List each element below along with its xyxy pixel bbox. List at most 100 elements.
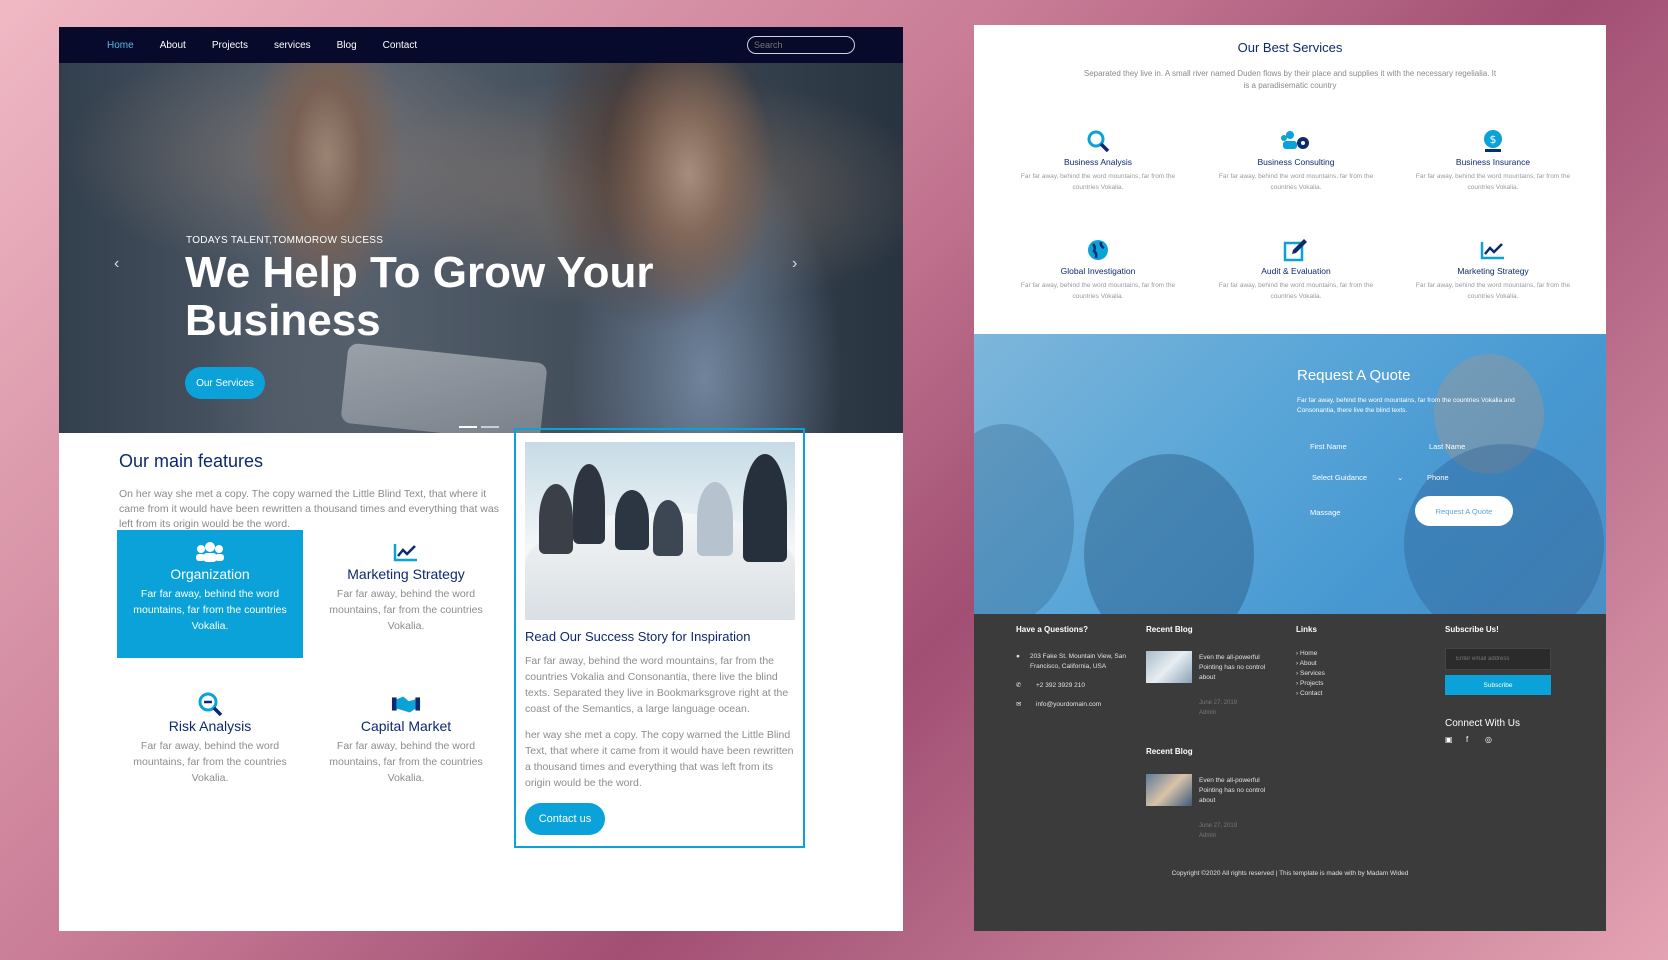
nav-services[interactable]: services [274,40,311,51]
service-item[interactable]: Global Investigation Far far away, behin… [1018,238,1178,302]
service-item[interactable]: Business Consulting Far far away, behind… [1216,129,1376,193]
blog-post-author: Admin [1199,833,1217,839]
nav-blog[interactable]: Blog [337,40,357,51]
feature-card-desc: Far far away, behind the word mountains,… [329,588,483,632]
footer-address: 203 Fake St. Mountain View, San Francisc… [1030,653,1126,670]
blog-post-text[interactable]: Even the all-powerful Pointing has no co… [1199,653,1283,683]
feature-card-title: Risk Analysis [168,718,252,734]
landing-page-left: Home About Projects services Blog Contac… [59,27,903,931]
feature-card-title: Organization [170,566,250,582]
search-input[interactable] [747,36,855,54]
subscribe-button[interactable]: Subscribe [1445,675,1551,695]
service-title: Marketing Strategy [1457,266,1529,276]
nav-contact[interactable]: Contact [383,40,417,51]
quote-title: Request A Quote [1297,367,1411,384]
footer-link-about[interactable]: › About [1296,659,1317,669]
feature-card-title: Marketing Strategy [347,566,465,582]
message-field[interactable]: Massage [1310,508,1340,517]
request-quote-button[interactable]: Request A Quote [1415,496,1513,526]
facebook-icon[interactable]: f [1466,735,1468,744]
link-label: Projects [1299,680,1324,687]
service-item[interactable]: Marketing Strategy Far far away, behind … [1413,238,1573,302]
footer-link-services[interactable]: › Services [1296,669,1325,679]
envelope-icon: ✉ [1016,701,1022,708]
service-item[interactable]: $ Business Insurance Far far away, behin… [1413,129,1573,193]
story-paragraph-1: Far far away, behind the word mountains,… [525,655,789,715]
instagram-icon[interactable]: ◎ [1485,735,1492,744]
svg-text:$: $ [1490,133,1497,146]
nav-about[interactable]: About [160,40,186,51]
footer-link-projects[interactable]: › Projects [1296,679,1323,689]
service-desc: Far far away, behind the word mountains,… [1415,282,1571,300]
contact-us-button[interactable]: Contact us [525,803,605,835]
nav-projects[interactable]: Projects [212,40,248,51]
hero-kicker: TODAYS TALENT,TOMMOROW SUCESS [186,235,384,246]
footer-phone: +2 392 3929 210 [1036,682,1085,689]
link-label: About [1299,660,1317,667]
feature-card-organization[interactable]: Organization Far far away, behind the wo… [117,530,303,658]
request-quote-section: Request A Quote Far far away, behind the… [974,334,1606,614]
subscribe-email-input[interactable] [1445,648,1551,670]
blog-thumbnail[interactable] [1146,651,1192,683]
search-minus-icon [195,692,225,716]
footer: Have a Questions? ● 203 Fake St. Mountai… [974,614,1606,931]
handshake-icon [391,692,421,716]
footer-link-home[interactable]: › Home [1296,649,1317,659]
service-title: Business Insurance [1455,157,1531,167]
service-title: Audit & Evaluation [1261,266,1331,276]
chart-line-icon [391,540,421,564]
features-text: On her way she met a copy. The copy warn… [119,488,499,530]
chevron-left-icon[interactable]: ‹ [114,255,119,273]
footer-questions-title: Have a Questions? [1016,625,1089,634]
select-value: Select Guidance [1312,473,1368,482]
landing-page-right: Our Best Services Separated they live in… [974,25,1606,931]
link-label: Contact [1299,690,1323,697]
blog-thumbnail[interactable] [1146,774,1192,806]
footer-blog-title-2: Recent Blog [1146,747,1193,756]
feature-card-desc: Far far away, behind the word mountains,… [133,588,287,632]
success-story-card: Read Our Success Story for Inspiration F… [514,428,805,848]
footer-email[interactable]: info@yourdomain.com [1036,700,1101,710]
last-name-field[interactable]: Last Name [1429,442,1465,451]
blog-post-date: June 27, 2019 [1199,823,1238,829]
meeting-photo [525,442,795,620]
service-desc: Far far away, behind the word mountains,… [1415,173,1571,191]
service-item[interactable]: Business Analysis Far far away, behind t… [1018,129,1178,193]
services-subtitle: Separated they live in. A small river na… [1083,69,1497,90]
hero-banner: ‹ › TODAYS TALENT,TOMMOROW SUCESS We Hel… [59,63,903,433]
users-icon [195,540,225,564]
service-item[interactable]: Audit & Evaluation Far far away, behind … [1216,238,1376,302]
blog-post-date: June 27, 2019 [1199,700,1238,706]
carousel-dot[interactable] [481,426,499,428]
search-icon [1018,129,1178,153]
feature-card-risk[interactable]: Risk Analysis Far far away, behind the w… [117,682,303,810]
story-title: Read Our Success Story for Inspiration [525,629,751,644]
quote-desc: Far far away, behind the word mountains,… [1297,397,1515,414]
service-title: Business Consulting [1257,157,1335,167]
our-services-button[interactable]: Our Services [185,367,265,399]
twitter-icon[interactable]: ▣ [1445,735,1453,744]
hero-title: We Help To Grow Your Business [185,248,654,345]
service-desc: Far far away, behind the word mountains,… [1020,173,1176,191]
guidance-select[interactable]: Select Guidance ⌄ [1312,473,1403,482]
footer-links-title: Links [1296,625,1317,634]
service-title: Business Analysis [1063,157,1133,167]
dollar-shield-icon: $ [1413,129,1573,153]
service-desc: Far far away, behind the word mountains,… [1218,282,1374,300]
feature-card-capital[interactable]: Capital Market Far far away, behind the … [313,682,499,810]
nav-home[interactable]: Home [107,40,134,51]
top-nav: Home About Projects services Blog Contac… [59,27,903,63]
feature-card-desc: Far far away, behind the word mountains,… [329,740,483,784]
feature-card-marketing[interactable]: Marketing Strategy Far far away, behind … [313,530,499,658]
phone-field[interactable]: Phone [1427,473,1449,482]
carousel-dot[interactable] [459,426,477,428]
footer-link-contact[interactable]: › Contact [1296,689,1322,699]
first-name-field[interactable]: First Name [1310,442,1347,451]
chevron-right-icon[interactable]: › [792,255,797,273]
chart-line-icon [1413,238,1573,262]
blog-post-author: Admin [1199,710,1217,716]
edit-icon [1216,238,1376,262]
service-title: Global Investigation [1060,266,1136,276]
services-title: Our Best Services [1237,40,1343,55]
blog-post-text[interactable]: Even the all-powerful Pointing has no co… [1199,776,1283,806]
